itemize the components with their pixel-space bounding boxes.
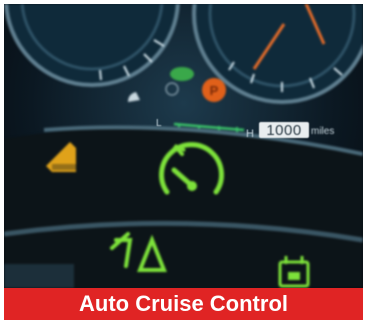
caption-banner: Auto Cruise Control: [4, 288, 363, 320]
info-indicator-icon: [165, 82, 179, 96]
fuel-drop-icon: [128, 92, 140, 102]
fuel-gauge-high-label: H: [246, 128, 254, 140]
odometer-value: 1000: [266, 121, 302, 139]
dashboard-photo: P L H 1000 miles: [4, 4, 363, 288]
lower-display-edge: [4, 264, 74, 288]
fuel-gauge-low-label: L: [156, 118, 162, 129]
parking-brake-icon: P: [202, 78, 226, 102]
caption-text: Auto Cruise Control: [79, 291, 288, 316]
traction-icon: [170, 67, 194, 81]
dashboard-scene: P: [4, 4, 363, 288]
svg-text:P: P: [210, 83, 219, 98]
odometer-unit: miles: [311, 126, 335, 137]
speedometer-gauge: [4, 4, 180, 87]
odometer-display: 1000: [259, 121, 309, 139]
image-frame: P L H 1000 miles Auto Cruise Control: [4, 4, 363, 320]
